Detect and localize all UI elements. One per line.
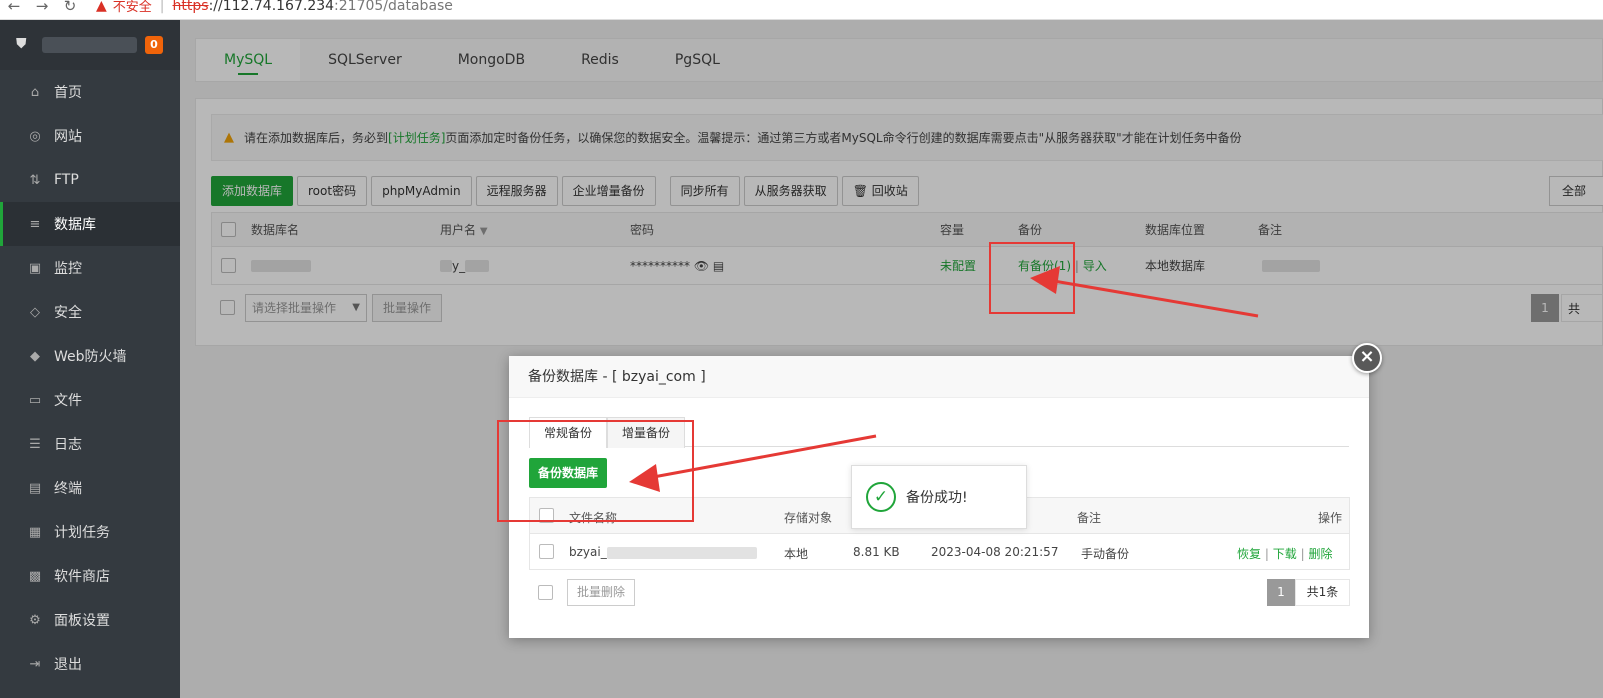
address-separator: |	[159, 0, 165, 14]
download-link[interactable]: 下载	[1273, 547, 1297, 561]
sidebar-item-label: 日志	[54, 437, 82, 453]
backup-filename-text: bzyai_	[569, 545, 607, 559]
globe-icon: ◎	[29, 128, 41, 144]
header-note: 备注	[1077, 511, 1102, 525]
sidebar-menu: ⌂ 首页 ◎ 网站 ⇅ FTP ≡ 数据库 ▣ 监控 ◇ 安全 ◆ Web防火墙 ▭ 文件 ☰ 日志 ▤ 终端 ▦ 计划任…	[0, 70, 180, 686]
server-name-redacted	[42, 37, 137, 53]
backup-table-footer: 批量删除 1 共1条	[529, 578, 1350, 606]
sidebar-item-label: 软件商店	[54, 569, 110, 585]
sidebar-item-firewall[interactable]: ◆ Web防火墙	[0, 334, 180, 378]
header-actions: 操作	[1318, 511, 1343, 525]
folder-icon: ▭	[28, 392, 42, 408]
modal-total-count: 共1条	[1295, 579, 1350, 606]
backup-note: 手动备份	[1081, 547, 1130, 561]
calendar-icon: ▦	[28, 524, 42, 540]
sidebar-item-label: 计划任务	[54, 525, 110, 541]
url-path: :21705/database	[334, 0, 453, 14]
sidebar-item-calendar[interactable]: ▦ 计划任务	[0, 510, 180, 554]
backup-row-checkbox[interactable]	[539, 544, 554, 559]
sidebar-item-label: 监控	[54, 261, 82, 277]
modal-title: 备份数据库 - [ bzyai_com ]	[509, 356, 1369, 398]
sidebar-item-terminal[interactable]: ▤ 终端	[0, 466, 180, 510]
sidebar-item-apps[interactable]: ▩ 软件商店	[0, 554, 180, 598]
backup-size: 8.81 KB	[853, 545, 900, 559]
success-toast: ✓ 备份成功!	[851, 465, 1027, 529]
header-storage: 存储对象	[784, 511, 833, 525]
ftp-icon: ⇅	[29, 172, 41, 188]
address-field[interactable]: ▲ 不安全 | https://112.74.167.234:21705/dat…	[96, 0, 453, 15]
annotation-box-backup-button	[497, 420, 694, 522]
monitor-icon: ▣	[28, 260, 42, 276]
close-icon[interactable]: ×	[1352, 343, 1382, 373]
sidebar-item-label: 退出	[54, 657, 82, 673]
home-icon: ⌂	[30, 84, 40, 100]
check-circle-icon: ✓	[866, 482, 896, 512]
delete-link[interactable]: 删除	[1308, 547, 1332, 561]
sidebar-item-label: 面板设置	[54, 613, 110, 629]
sidebar-item-label: FTP	[54, 172, 79, 188]
insecure-label: 不安全	[112, 0, 152, 15]
sidebar-item-label: 文件	[54, 393, 82, 409]
sidebar-item-shield[interactable]: ◇ 安全	[0, 290, 180, 334]
sidebar-item-ftp[interactable]: ⇅ FTP	[0, 158, 180, 202]
restore-link[interactable]: 恢复	[1237, 547, 1261, 561]
backup-row: bzyai_ 本地 8.81 KB 2023-04-08 20:21:57 手动…	[530, 534, 1349, 570]
sidebar-item-logout[interactable]: ⇥ 退出	[0, 642, 180, 686]
action-separator: |	[1264, 547, 1269, 561]
sidebar-item-folder[interactable]: ▭ 文件	[0, 378, 180, 422]
backup-storage: 本地	[784, 547, 809, 561]
sidebar-item-label: 首页	[54, 85, 82, 101]
browser-address-bar: ← → ↻ ▲ 不安全 | https://112.74.167.234:217…	[0, 0, 1603, 20]
sidebar-item-label: 网站	[54, 129, 82, 145]
batch-delete-button[interactable]: 批量删除	[567, 579, 636, 606]
modal-page-1-button[interactable]: 1	[1267, 579, 1295, 606]
sidebar-item-database[interactable]: ≡ 数据库	[0, 202, 180, 246]
footer-backup-checkbox[interactable]	[538, 585, 553, 600]
gear-icon: ⚙	[29, 612, 41, 628]
apps-icon: ▩	[28, 568, 42, 584]
notification-badge[interactable]: 0	[145, 36, 163, 54]
database-icon: ≡	[29, 216, 41, 232]
backup-actions: 恢复 | 下载 | 删除	[1237, 545, 1332, 562]
url-scheme: https	[172, 0, 209, 14]
action-separator: |	[1300, 547, 1305, 561]
warning-icon: ▲	[96, 0, 107, 14]
terminal-icon: ▤	[28, 480, 42, 496]
sidebar-item-home[interactable]: ⌂ 首页	[0, 70, 180, 114]
sidebar-item-gear[interactable]: ⚙ 面板设置	[0, 598, 180, 642]
sidebar-item-log[interactable]: ☰ 日志	[0, 422, 180, 466]
log-icon: ☰	[29, 436, 41, 452]
forward-arrow-icon[interactable]: →	[28, 0, 56, 13]
backup-time: 2023-04-08 20:21:57	[931, 545, 1059, 559]
back-arrow-icon[interactable]: ←	[0, 0, 28, 13]
sidebar-item-label: Web防火墙	[54, 349, 127, 365]
shield-icon: ◇	[30, 304, 40, 320]
sidebar-item-globe[interactable]: ◎ 网站	[0, 114, 180, 158]
logout-icon: ⇥	[29, 656, 41, 672]
url-host: ://112.74.167.234	[208, 0, 335, 14]
redacted-block	[606, 546, 757, 559]
firewall-icon: ◆	[30, 348, 40, 364]
backup-filename: bzyai_	[569, 545, 757, 559]
annotation-box-backup	[989, 242, 1075, 314]
logo-icon: ⛊	[16, 36, 27, 52]
sidebar-item-label: 数据库	[54, 217, 96, 233]
sidebar-item-monitor[interactable]: ▣ 监控	[0, 246, 180, 290]
toast-message: 备份成功!	[906, 490, 968, 506]
sidebar-item-label: 终端	[54, 481, 82, 497]
reload-icon[interactable]: ↻	[56, 0, 84, 13]
sidebar-item-label: 安全	[54, 305, 82, 321]
sidebar-brand: ⛊ 0	[0, 20, 180, 70]
sidebar: ⛊ 0 ⌂ 首页 ◎ 网站 ⇅ FTP ≡ 数据库 ▣ 监控 ◇ 安全 ◆ Web防火墙 ▭ 文件 ☰ 日志 ▤ 终端…	[0, 20, 180, 698]
